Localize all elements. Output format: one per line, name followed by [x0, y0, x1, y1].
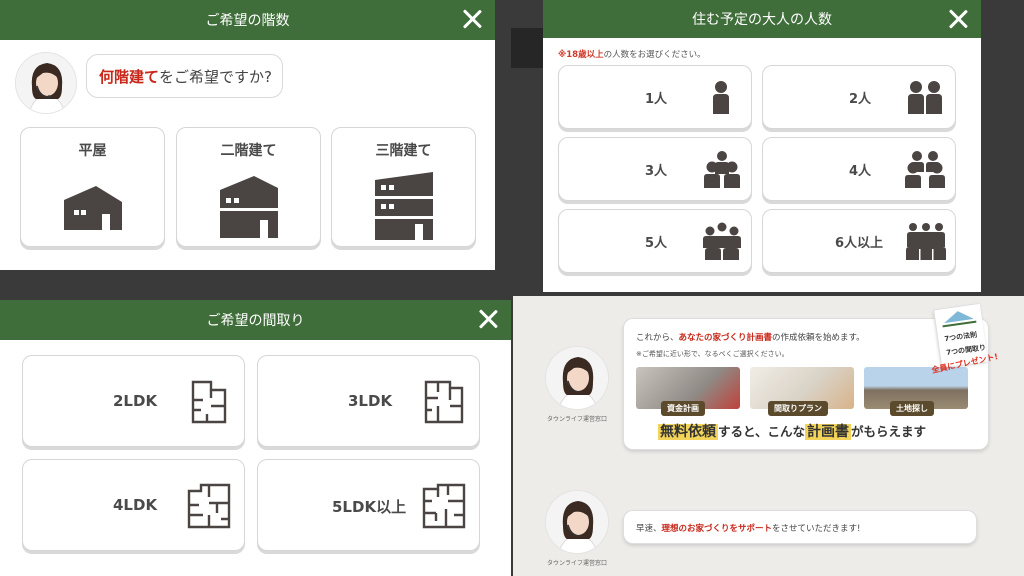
chat-subnote: ※ご希望に近い形で、なるべくご選択ください。 — [636, 350, 789, 358]
modal-header: 住む予定の大人の人数 — [543, 0, 981, 38]
modal-title: ご希望の間取り — [206, 313, 305, 329]
one-story-house-icon — [63, 186, 122, 230]
floorplan-2ldk-icon — [191, 380, 227, 424]
message-text: の作成依頼を始めます。 — [772, 333, 865, 343]
option-6-plus-persons[interactable]: 6人以上 — [762, 209, 956, 273]
chat-message: 早速、理想のお家づくりをサポートをさせていただきます! — [636, 522, 860, 534]
floorplan-3ldk-icon — [424, 380, 464, 424]
close-icon[interactable] — [475, 306, 501, 332]
option-label: 6人以上 — [835, 236, 884, 251]
question-emphasis: 何階建て — [99, 67, 160, 86]
message-text: をさせていただきます! — [772, 524, 861, 534]
operator-caption: タウンライフ運営窓口 — [546, 416, 607, 423]
chat-bubble: これから、あなたの家づくり計画書の作成依頼を始めます。 ※ご希望に近い形で、なる… — [623, 318, 989, 450]
three-story-house-icon — [374, 172, 433, 240]
option-three-story[interactable]: 三階建て — [331, 127, 476, 247]
option-one-story[interactable]: 平屋 — [20, 127, 165, 247]
option-4-persons[interactable]: 4人 — [762, 137, 956, 201]
option-5ldk-plus[interactable]: 5LDK以上 — [257, 459, 480, 551]
question-text: をご希望ですか? — [159, 67, 272, 86]
person-6-icon — [906, 223, 946, 260]
option-4ldk[interactable]: 4LDK — [22, 459, 245, 551]
chat-bubble: 早速、理想のお家づくりをサポートをさせていただきます! — [623, 510, 977, 544]
option-3-persons[interactable]: 3人 — [558, 137, 752, 201]
person-2-icon — [908, 81, 942, 114]
option-label: 2LDK — [113, 392, 158, 410]
modal-title: 住む予定の大人の人数 — [692, 12, 832, 28]
option-2ldk[interactable]: 2LDK — [22, 355, 245, 447]
free-request-line: 無料依頼 すると、こんな 計画書 がもらえます — [658, 421, 926, 441]
background-strip — [511, 28, 543, 68]
option-two-story[interactable]: 二階建て — [176, 127, 321, 247]
tag-floorplan: 間取りプラン — [768, 401, 828, 416]
option-label: 1人 — [645, 92, 668, 107]
operator-avatar — [15, 52, 77, 114]
operator-avatar — [545, 346, 609, 410]
option-label: 二階建て — [220, 143, 277, 159]
floorplan-4ldk-icon — [187, 483, 231, 529]
option-label: 5LDK以上 — [332, 498, 407, 516]
chat-panel: タウンライフ運営窓口 これから、あなたの家づくり計画書の作成依頼を始めます。 ※… — [513, 296, 1024, 576]
person-1-icon — [713, 81, 729, 114]
close-icon[interactable] — [459, 6, 485, 32]
option-2-persons[interactable]: 2人 — [762, 65, 956, 129]
person-5-icon — [703, 222, 741, 260]
option-label: 3人 — [645, 164, 668, 179]
person-4-icon — [905, 151, 945, 188]
option-label: 4人 — [849, 164, 872, 179]
option-3ldk[interactable]: 3LDK — [257, 355, 480, 447]
modal-title: ご希望の階数 — [205, 13, 290, 29]
option-label: 三階建て — [375, 143, 432, 159]
operator-avatar — [545, 490, 609, 554]
message-text: これから、 — [636, 333, 679, 343]
layout-modal: ご希望の間取り 2LDK 3LDK 4LDK 5LDK以上 — [0, 300, 511, 576]
adults-modal: 住む予定の大人の人数 ※18歳以上の人数をお選びください。 1人 2人 3人 4… — [543, 0, 981, 292]
question-bubble: 何階建て をご希望ですか? — [86, 54, 283, 98]
message-emphasis: 理想のお家づくりをサポート — [661, 524, 773, 534]
free-emphasis: 無料依頼 — [658, 424, 718, 440]
free-text: すると、こんな — [718, 424, 806, 439]
option-label: 3LDK — [348, 392, 393, 410]
tag-land: 土地探し — [890, 401, 934, 416]
option-label: 5人 — [645, 236, 668, 251]
person-3-icon — [704, 151, 740, 188]
floorplan-5ldk-icon — [422, 483, 466, 529]
option-label: 4LDK — [113, 496, 158, 514]
chat-message: これから、あなたの家づくり計画書の作成依頼を始めます。 — [636, 331, 865, 343]
option-5-persons[interactable]: 5人 — [558, 209, 752, 273]
floors-modal: ご希望の階数 何階建て をご希望ですか? 平屋 二階建て 三階建て — [0, 0, 495, 270]
note-text: の人数をお選びください。 — [603, 50, 706, 60]
message-text: 早速、 — [636, 524, 662, 534]
option-label: 2人 — [849, 92, 872, 107]
option-label: 平屋 — [78, 143, 107, 159]
message-emphasis: あなたの家づくり計画書 — [678, 333, 773, 343]
close-icon[interactable] — [945, 6, 971, 32]
modal-header: ご希望の階数 — [0, 0, 495, 40]
two-story-house-icon — [219, 176, 278, 238]
instruction-note: ※18歳以上の人数をお選びください。 — [558, 48, 706, 60]
modal-header: ご希望の間取り — [0, 300, 511, 340]
free-text: がもらえます — [851, 424, 927, 439]
tag-finance: 資金計画 — [661, 401, 705, 416]
option-1-person[interactable]: 1人 — [558, 65, 752, 129]
operator-caption: タウンライフ運営窓口 — [546, 560, 607, 567]
plan-emphasis: 計画書 — [805, 424, 852, 440]
note-emphasis: ※18歳以上 — [558, 50, 604, 60]
